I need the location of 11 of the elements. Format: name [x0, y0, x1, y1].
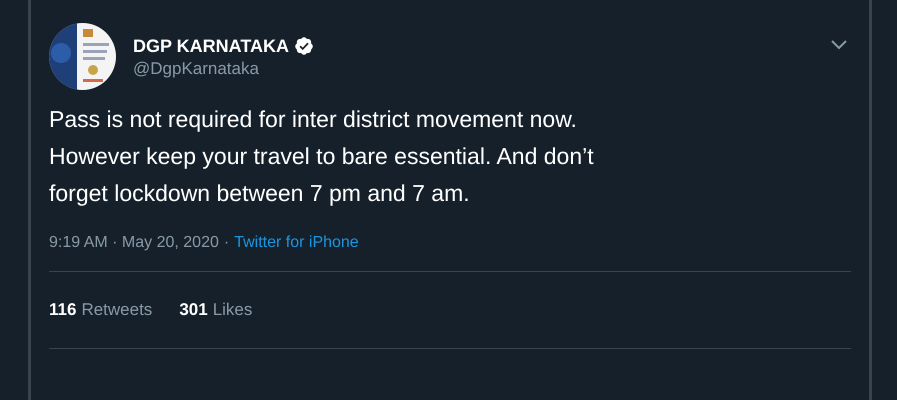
- chevron-down-icon[interactable]: [830, 39, 848, 51]
- author-name[interactable]: DGP KARNATAKA: [133, 35, 289, 57]
- author-handle[interactable]: @DgpKarnataka: [133, 58, 314, 80]
- stat-label[interactable]: Likes: [212, 297, 252, 323]
- tweet-text: Pass is not required for inter district movement now. However keep your travel to bare essential. And don’t forget lockdown between 7 pm and 7 am.: [49, 105, 595, 208]
- separator-dot: ·: [224, 233, 230, 253]
- timestamp[interactable]: 9:19 AM · May 20, 2020: [49, 233, 219, 253]
- source-link[interactable]: Twitter for iPhone: [234, 233, 359, 253]
- stat-count: 116: [49, 299, 76, 322]
- stat-count: 301: [179, 299, 208, 322]
- stat-label[interactable]: Retweets: [81, 297, 152, 323]
